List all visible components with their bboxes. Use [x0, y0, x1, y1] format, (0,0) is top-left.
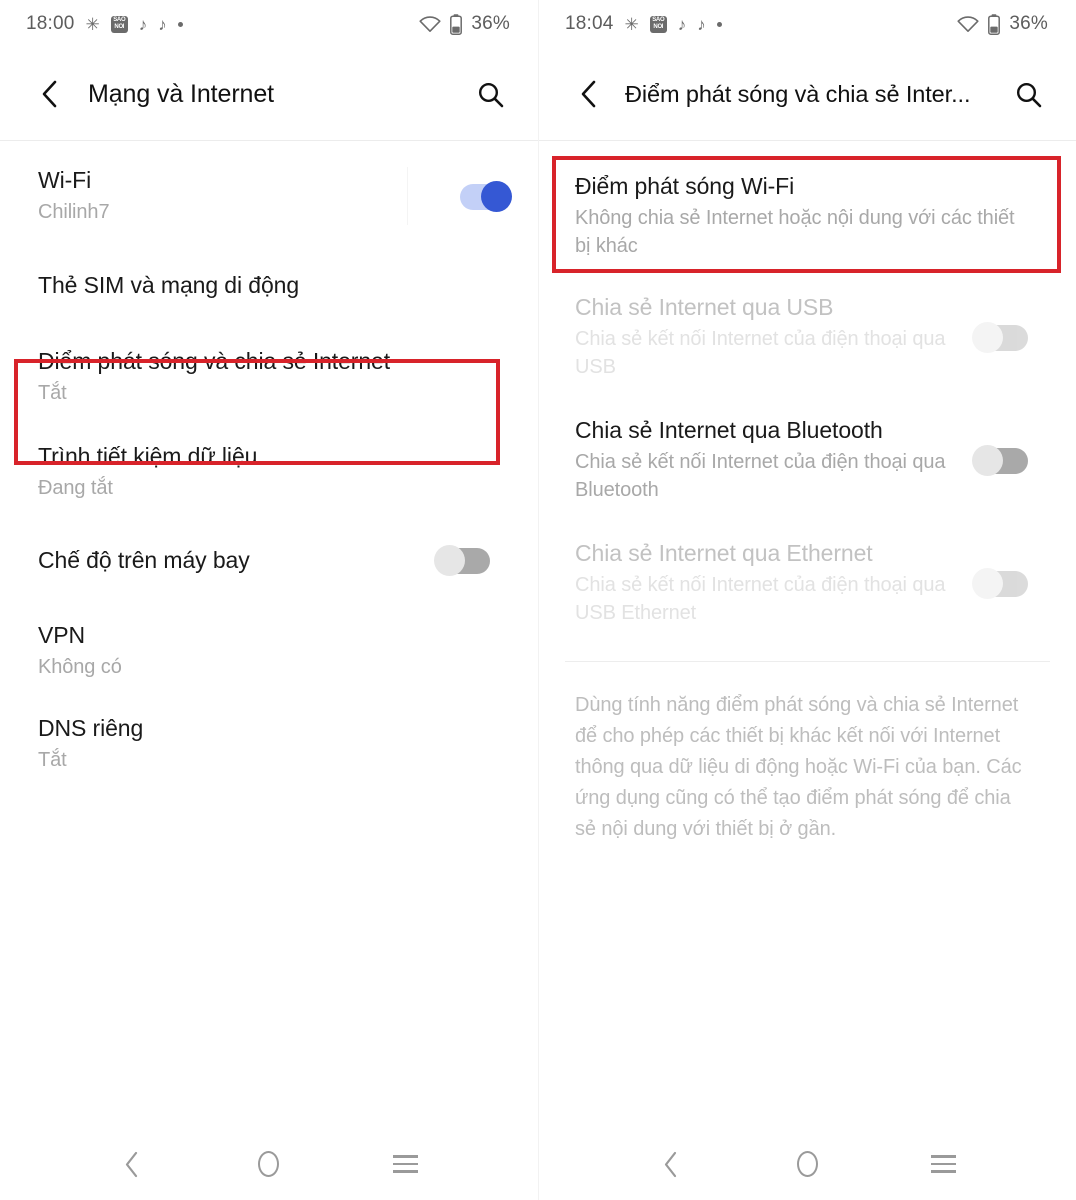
tiktok-icon: ♪ — [677, 14, 687, 34]
usb-tethering-toggle — [972, 321, 1030, 353]
list-item-wifi[interactable]: Wi-Fi Chilinh7 — [0, 141, 538, 226]
list-item-subtitle: Đang tắt — [38, 477, 113, 499]
list-item-text: Trình tiết kiệm dữ liệu Đang tắt — [38, 441, 508, 502]
list-item-text: Điểm phát sóng Wi-Fi Không chia sẻ Inter… — [575, 171, 1028, 260]
tiktok-icon: ♪ — [158, 14, 167, 34]
tiktok-icon: ♪ — [138, 14, 148, 34]
nav-home-button[interactable] — [240, 1135, 298, 1193]
status-bar-right: 18:04 ✳ SAO NOI ♪ ♪ 36% — [539, 0, 1076, 48]
battery-icon — [988, 13, 1001, 35]
left-phone-screen: 18:00 ✳ SAO NOI ♪ ♪ 36% Mạng và Internet… — [0, 0, 538, 1200]
list-item-hotspot[interactable]: Điểm phát sóng và chia sẻ Internet Tắt — [0, 300, 538, 407]
list-item-title: Chia sẻ Internet qua Ethernet — [575, 540, 873, 566]
settings-list-right: Điểm phát sóng Wi-Fi Không chia sẻ Inter… — [539, 141, 1076, 1128]
right-phone-screen: 18:04 ✳ SAO NOI ♪ ♪ 36% Điểm phát sóng v… — [538, 0, 1076, 1200]
list-item-text: Chia sẻ Internet qua Bluetooth Chia sẻ k… — [575, 415, 952, 504]
list-item-ethernet-tethering: Chia sẻ Internet qua Ethernet Chia sẻ kế… — [539, 504, 1076, 627]
battery-percent: 36% — [1009, 13, 1048, 34]
status-bar-left: 18:00 ✳ SAO NOI ♪ ♪ 36% — [0, 0, 538, 48]
bluetooth-tethering-toggle[interactable] — [972, 444, 1030, 476]
wifi-toggle[interactable] — [454, 180, 512, 212]
nav-bar-right — [539, 1128, 1076, 1200]
list-item-sim[interactable]: Thẻ SIM và mạng di động — [0, 226, 538, 300]
list-item-title: Chế độ trên máy bay — [38, 547, 250, 573]
list-item-subtitle: Chia sẻ kết nối Internet của điện thoại … — [575, 451, 946, 501]
back-button[interactable] — [30, 74, 70, 114]
wifi-icon — [419, 15, 441, 33]
wifi-icon — [957, 15, 979, 33]
airplane-mode-toggle[interactable] — [434, 544, 492, 576]
list-item-subtitle: Tắt — [38, 382, 67, 404]
tiktok-icon: ♪ — [697, 14, 706, 34]
list-item-text: Thẻ SIM và mạng di động — [38, 270, 508, 300]
list-item-title: Điểm phát sóng Wi-Fi — [575, 173, 795, 199]
ethernet-tethering-toggle — [972, 567, 1030, 599]
gear-icon: ✳ — [85, 14, 100, 34]
search-icon[interactable] — [1006, 72, 1050, 116]
list-item-title: Thẻ SIM và mạng di động — [38, 272, 300, 298]
list-item-subtitle: Tắt — [38, 749, 67, 771]
nav-recents-button[interactable] — [915, 1135, 973, 1193]
back-button[interactable] — [569, 74, 609, 114]
toggle-divider — [407, 166, 408, 225]
status-bar-right-group: 36% — [419, 13, 510, 35]
list-item-subtitle: Chilinh7 — [38, 201, 110, 223]
list-item-data-saver[interactable]: Trình tiết kiệm dữ liệu Đang tắt — [0, 407, 538, 502]
list-item-title: Điểm phát sóng và chia sẻ Internet — [38, 348, 391, 374]
list-item-text: Wi-Fi Chilinh7 — [38, 165, 407, 226]
list-item-subtitle: Chia sẻ kết nối Internet của điện thoại … — [575, 328, 946, 378]
dot-icon — [177, 21, 183, 27]
list-item-text: Chia sẻ Internet qua USB Chia sẻ kết nối… — [575, 292, 952, 381]
gear-icon: ✳ — [624, 14, 639, 34]
list-item-text: Điểm phát sóng và chia sẻ Internet Tắt — [38, 346, 508, 407]
list-item-text: Chia sẻ Internet qua Ethernet Chia sẻ kế… — [575, 538, 952, 627]
list-item-text: DNS riêng Tắt — [38, 713, 508, 774]
page-title: Điểm phát sóng và chia sẻ Inter... — [625, 80, 971, 107]
list-item-title: Wi-Fi — [38, 167, 92, 193]
mono-badge-icon: SAO NOI — [110, 15, 128, 33]
app-bar-right: Điểm phát sóng và chia sẻ Inter... — [539, 48, 1076, 140]
list-item-subtitle: Không chia sẻ Internet hoặc nội dung với… — [575, 207, 1015, 257]
list-item-title: Chia sẻ Internet qua Bluetooth — [575, 417, 883, 443]
list-item-vpn[interactable]: VPN Không có — [0, 576, 538, 681]
dual-screenshot-container: 18:00 ✳ SAO NOI ♪ ♪ 36% Mạng và Internet… — [0, 0, 1076, 1200]
battery-icon — [450, 13, 463, 35]
list-item-usb-tethering: Chia sẻ Internet qua USB Chia sẻ kết nối… — [539, 260, 1076, 381]
nav-back-button[interactable] — [642, 1135, 700, 1193]
nav-home-button[interactable] — [778, 1135, 836, 1193]
settings-list-left: Wi-Fi Chilinh7 Thẻ SIM và mạng di động Đ… — [0, 141, 538, 1128]
dot-icon — [716, 21, 722, 27]
list-item-text: VPN Không có — [38, 620, 508, 681]
list-item-title: DNS riêng — [38, 715, 144, 741]
list-item-title: Trình tiết kiệm dữ liệu — [38, 443, 258, 469]
status-time: 18:00 — [26, 13, 75, 34]
search-icon[interactable] — [468, 72, 512, 116]
status-bar-left-group: 18:00 ✳ SAO NOI ♪ ♪ — [26, 13, 183, 35]
status-bar-right-group: 36% — [957, 13, 1048, 35]
status-time: 18:04 — [565, 13, 614, 34]
list-item-subtitle: Không có — [38, 656, 122, 678]
footer-description: Dùng tính năng điểm phát sóng và chia sẻ… — [575, 694, 1022, 840]
status-bar-left-group: 18:04 ✳ SAO NOI ♪ ♪ — [565, 13, 722, 35]
list-item-title: VPN — [38, 622, 85, 648]
list-item-bluetooth-tethering[interactable]: Chia sẻ Internet qua Bluetooth Chia sẻ k… — [539, 381, 1076, 504]
list-item-text: Chế độ trên máy bay — [38, 545, 414, 575]
list-item-wifi-hotspot[interactable]: Điểm phát sóng Wi-Fi Không chia sẻ Inter… — [539, 141, 1076, 260]
page-title: Mạng và Internet — [88, 79, 275, 108]
mono-badge-icon: SAO NOI — [649, 15, 667, 33]
nav-back-button[interactable] — [103, 1135, 161, 1193]
list-item-subtitle: Chia sẻ kết nối Internet của điện thoại … — [575, 574, 946, 624]
nav-bar-left — [0, 1128, 538, 1200]
list-item-private-dns[interactable]: DNS riêng Tắt — [0, 681, 538, 774]
list-item-airplane-mode[interactable]: Chế độ trên máy bay — [0, 502, 538, 576]
battery-percent: 36% — [471, 13, 510, 34]
nav-recents-button[interactable] — [377, 1135, 435, 1193]
app-bar-left: Mạng và Internet — [0, 48, 538, 140]
list-item-title: Chia sẻ Internet qua USB — [575, 294, 834, 320]
